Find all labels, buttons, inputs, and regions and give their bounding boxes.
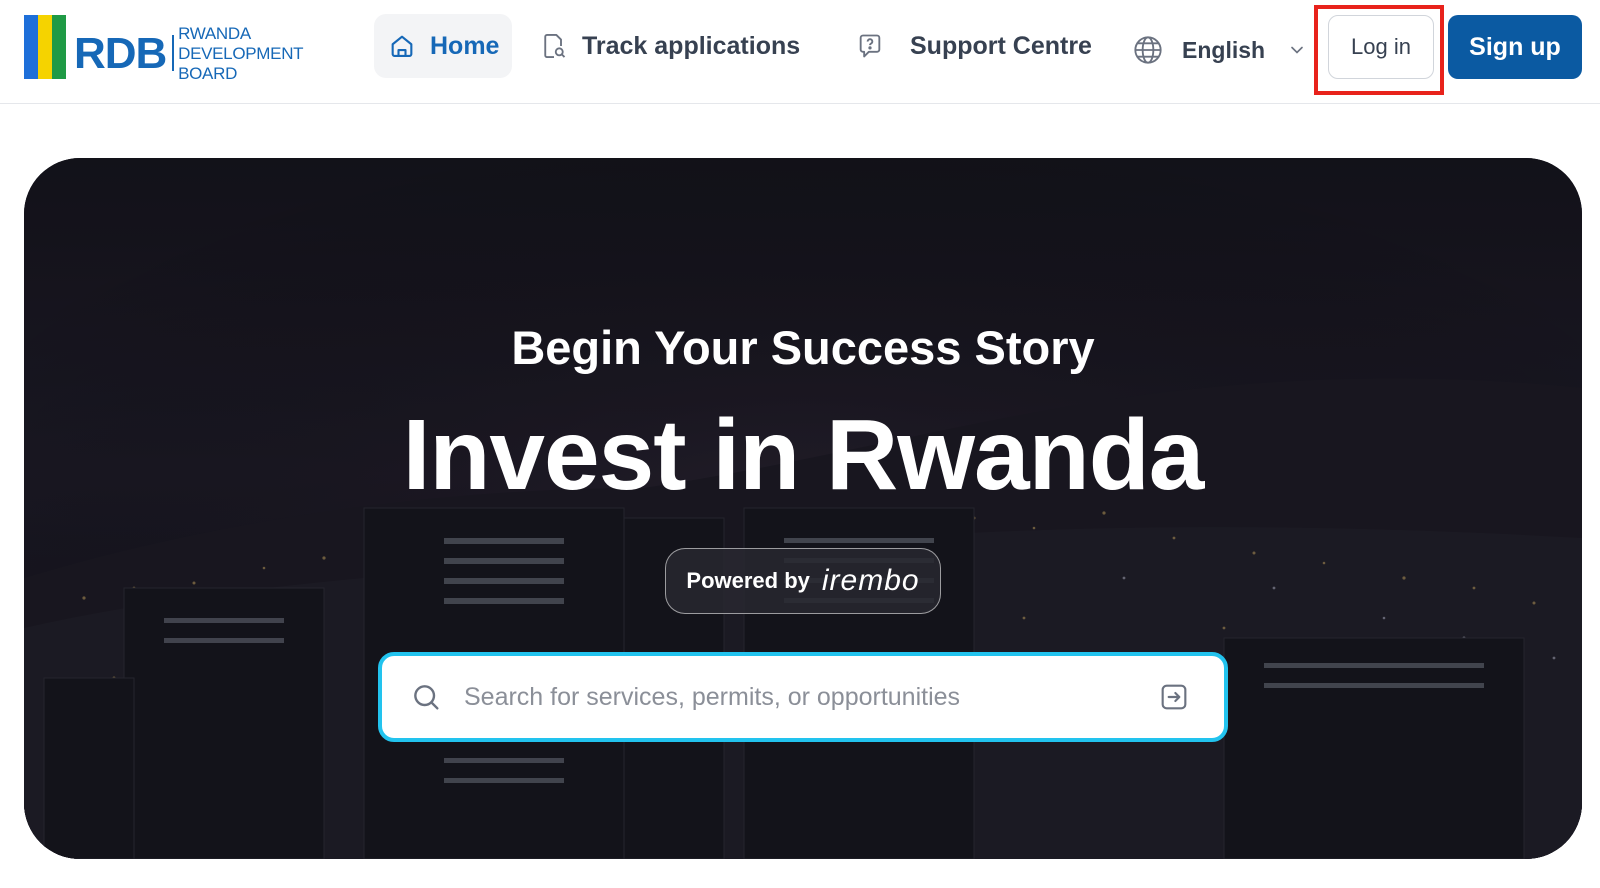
logo-divider: [172, 35, 175, 71]
language-label: English: [1182, 36, 1266, 63]
nav-home-label: Home: [430, 31, 500, 60]
logo-flag: [24, 15, 66, 79]
globe-icon: [1134, 36, 1162, 64]
logo-line2: DEVELOPMENT BOARD: [178, 44, 303, 83]
language-selector[interactable]: English: [1132, 28, 1307, 72]
nav-home[interactable]: Home: [374, 14, 512, 78]
document-search-icon: [540, 32, 568, 60]
logo-line1: RWANDA: [178, 24, 251, 43]
search-submit-icon[interactable]: [1158, 681, 1190, 713]
irembo-logo: irembo: [821, 564, 920, 597]
nav-support-centre[interactable]: Support Centre: [852, 14, 1102, 78]
home-icon: [388, 32, 416, 60]
powered-by-label: Powered by: [686, 568, 810, 593]
logo-text: RWANDA DEVELOPMENT BOARD: [178, 24, 344, 84]
nav-support-label: Support Centre: [910, 31, 1092, 60]
search-bar: [378, 652, 1228, 742]
hero-title: Invest in Rwanda: [402, 399, 1205, 511]
chevron-down-icon: [1291, 46, 1303, 54]
hero-banner: Begin Your Success Story Invest in Rwand…: [24, 158, 1582, 859]
help-bubble-icon: [856, 32, 884, 60]
powered-by-badge: Powered by irembo: [665, 548, 941, 614]
top-header: RDB RWANDA DEVELOPMENT BOARD Home Track …: [0, 0, 1600, 104]
search-icon: [414, 685, 439, 710]
signup-button[interactable]: Sign up: [1448, 15, 1582, 79]
search-input[interactable]: [464, 682, 1158, 712]
rdb-logo[interactable]: RDB RWANDA DEVELOPMENT BOARD: [24, 14, 344, 83]
logo-abbr: RDB: [74, 29, 167, 78]
nav-track-applications[interactable]: Track applications: [536, 14, 816, 78]
login-button[interactable]: Log in: [1328, 15, 1434, 79]
nav-track-label: Track applications: [582, 31, 801, 60]
hero-subtitle: Begin Your Success Story: [511, 321, 1095, 374]
